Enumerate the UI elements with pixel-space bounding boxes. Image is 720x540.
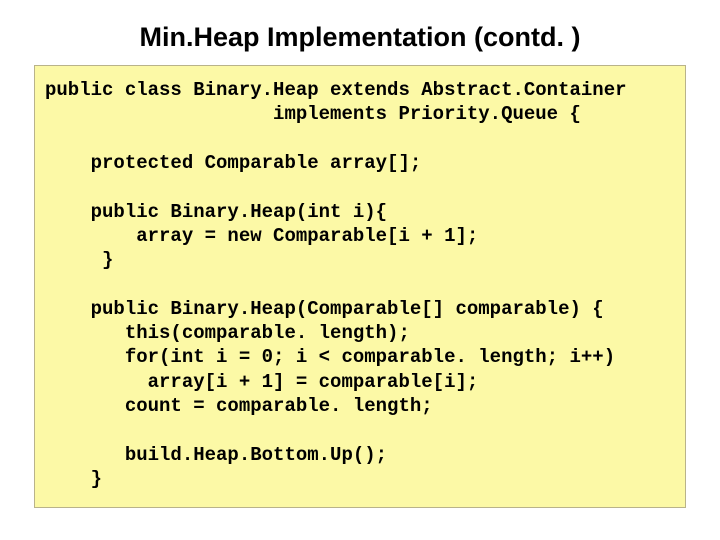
code-line: protected Comparable array[]; — [45, 152, 421, 174]
code-line: this(comparable. length); — [45, 322, 410, 344]
code-block: public class Binary.Heap extends Abstrac… — [34, 65, 686, 508]
code-line: count = comparable. length; — [45, 395, 433, 417]
code-line: for(int i = 0; i < comparable. length; i… — [45, 346, 615, 368]
code-line: public Binary.Heap(int i){ — [45, 201, 387, 223]
code-line: array[i + 1] = comparable[i]; — [45, 371, 478, 393]
code-line: public Binary.Heap(Comparable[] comparab… — [45, 298, 604, 320]
code-line: } — [45, 249, 113, 271]
code-line: } — [45, 468, 102, 490]
slide: Min.Heap Implementation (contd. ) public… — [0, 0, 720, 540]
code-line: array = new Comparable[i + 1]; — [45, 225, 478, 247]
code-line: build.Heap.Bottom.Up(); — [45, 444, 387, 466]
slide-title: Min.Heap Implementation (contd. ) — [0, 0, 720, 65]
code-line: implements Priority.Queue { — [45, 103, 581, 125]
code-line: public class Binary.Heap extends Abstrac… — [45, 79, 627, 101]
